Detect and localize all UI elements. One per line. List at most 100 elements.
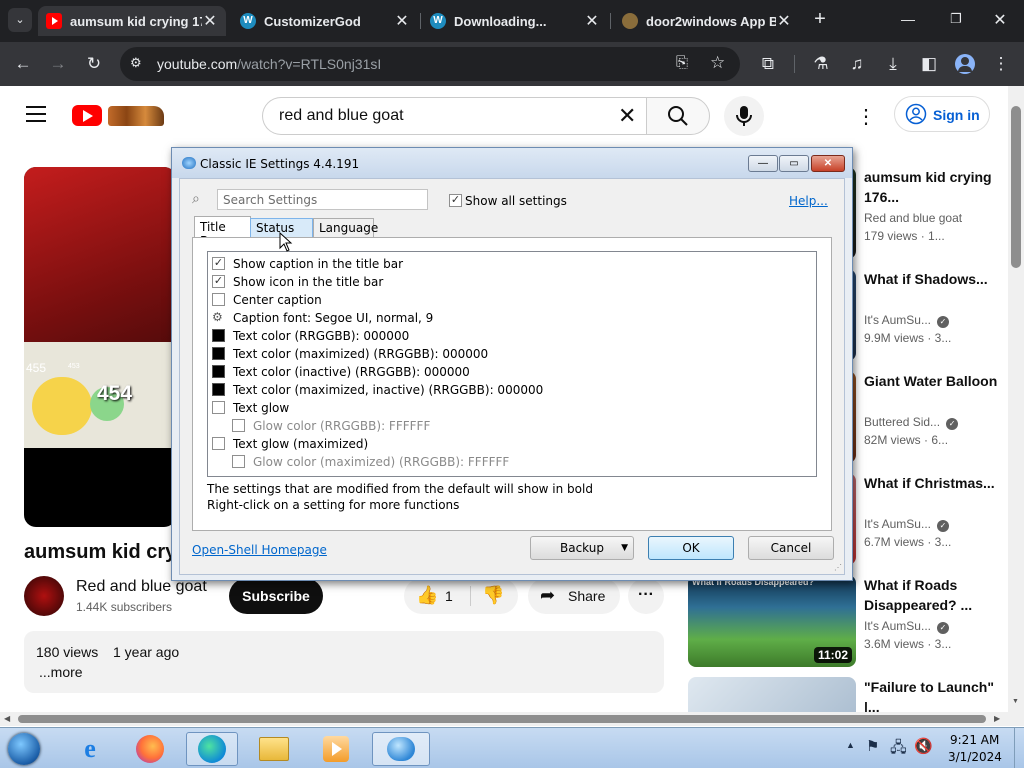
action-center-flag-icon[interactable]: ⚑ — [866, 737, 879, 755]
dialog-title-bar[interactable]: Classic IE Settings 4.4.191 — ▭ ✕ — [172, 148, 852, 178]
recommended-channel[interactable]: It's AumSu... ✓ — [864, 517, 949, 532]
ok-button[interactable]: OK — [648, 536, 734, 560]
recommended-channel[interactable]: It's AumSu... ✓ — [864, 313, 949, 328]
open-shell-homepage-link[interactable]: Open-Shell Homepage — [192, 543, 327, 557]
recommended-title[interactable]: What if Christmas... — [864, 473, 1004, 493]
close-tab-icon[interactable]: ✕ — [394, 11, 410, 31]
extensions-icon[interactable]: ⧉ — [755, 51, 781, 77]
edge-icon[interactable] — [186, 732, 238, 766]
volume-muted-icon[interactable]: 🔇 — [914, 737, 933, 755]
recommended-video[interactable]: What if Roads Disappeared? 11:02 What if… — [688, 575, 1024, 671]
horizontal-scrollbar[interactable]: ◀ ▶ — [0, 712, 1024, 726]
install-app-icon[interactable]: ⎘ — [676, 54, 688, 71]
show-more-link[interactable]: ...more — [39, 664, 83, 680]
browser-tab-customizergod[interactable]: W CustomizerGod ✕ — [232, 6, 418, 36]
recommended-title[interactable]: What if Shadows... — [864, 269, 1004, 289]
sign-in-button[interactable]: Sign in — [894, 96, 990, 132]
site-info-icon[interactable]: ⚙ — [130, 55, 142, 71]
browser-tab-downloading[interactable]: W Downloading... ✕ — [422, 6, 608, 36]
hamburger-menu-icon[interactable] — [26, 106, 46, 122]
bookmark-star-icon[interactable]: ☆ — [710, 53, 725, 73]
video-thumbnail[interactable] — [688, 677, 856, 713]
scroll-left-arrow-icon[interactable]: ◀ — [4, 714, 10, 723]
setting-checkbox[interactable] — [212, 437, 225, 450]
recommended-title[interactable]: Giant Water Balloon — [864, 371, 1004, 391]
recommended-title[interactable]: aumsum kid crying 176... — [864, 167, 1004, 207]
help-link[interactable]: Help... — [789, 194, 828, 208]
media-player-icon[interactable] — [310, 732, 362, 766]
recommended-video[interactable]: "Failure to Launch" |... — [688, 677, 1024, 713]
setting-row[interactable]: Glow color (RRGGBB): FFFFFF — [208, 417, 814, 435]
forward-arrow-icon[interactable]: → — [45, 51, 71, 77]
cancel-button[interactable]: Cancel — [748, 536, 834, 560]
setting-checkbox[interactable]: ✓ — [212, 275, 225, 288]
media-queue-icon[interactable]: ♫ — [844, 51, 870, 77]
reload-icon[interactable]: ↻ — [81, 51, 107, 77]
clear-search-icon[interactable]: ✕ — [618, 103, 636, 129]
firefox-icon[interactable] — [124, 732, 176, 766]
settings-menu-icon[interactable]: ⋮ — [856, 104, 876, 129]
more-actions-icon[interactable]: ··· — [628, 578, 664, 614]
scroll-down-arrow-icon[interactable]: ▼ — [1012, 698, 1019, 705]
internet-explorer-icon[interactable]: e — [64, 732, 116, 766]
search-input[interactable]: red and blue goat — [262, 97, 648, 135]
voice-search-button[interactable] — [724, 96, 764, 136]
close-tab-icon[interactable]: ✕ — [776, 11, 792, 31]
show-desktop-button[interactable] — [1014, 728, 1024, 768]
setting-row[interactable]: Text color (maximized) (RRGGBB): 000000 — [208, 345, 814, 363]
file-explorer-icon[interactable] — [248, 732, 300, 766]
setting-row[interactable]: Text color (inactive) (RRGGBB): 000000 — [208, 363, 814, 381]
new-tab-button[interactable]: + — [808, 8, 832, 32]
settings-tree[interactable]: ✓ Show caption in the title bar ✓ Show icon… — [207, 251, 817, 477]
color-swatch[interactable] — [212, 347, 225, 360]
show-all-settings-checkbox[interactable]: ✓ — [449, 194, 462, 207]
color-swatch[interactable] — [212, 365, 225, 378]
search-button[interactable] — [646, 97, 710, 135]
backup-button[interactable]: Backup ▼ — [530, 536, 634, 560]
search-settings-field[interactable]: Search Settings — [217, 189, 428, 210]
clock-date[interactable]: 3/1/2024 — [948, 750, 1002, 764]
subscribe-button[interactable]: Subscribe — [229, 578, 323, 614]
side-panel-icon[interactable]: ◧ — [916, 51, 942, 77]
setting-checkbox[interactable]: ✓ — [212, 257, 225, 270]
dialog-minimize-icon[interactable]: — — [748, 155, 778, 172]
dislike-icon[interactable]: 👎 — [482, 585, 504, 606]
color-swatch-empty[interactable] — [232, 419, 245, 432]
setting-checkbox[interactable] — [212, 401, 225, 414]
setting-row[interactable]: Text glow — [208, 399, 814, 417]
color-swatch[interactable] — [212, 383, 225, 396]
tab-search-button[interactable]: ⌄ — [8, 8, 32, 32]
channel-avatar[interactable] — [24, 576, 64, 616]
close-window-icon[interactable]: ✕ — [988, 10, 1012, 30]
setting-row[interactable]: ✓ Show icon in the title bar — [208, 273, 814, 291]
download-icon[interactable]: ⤓ — [880, 51, 906, 77]
dialog-maximize-icon[interactable]: ▭ — [779, 155, 809, 172]
scroll-thumb[interactable] — [18, 715, 986, 723]
setting-row[interactable]: Text glow (maximized) — [208, 435, 814, 453]
share-button[interactable]: ➦ Share — [528, 578, 620, 614]
like-icon[interactable]: 👍 — [416, 585, 438, 606]
dialog-close-icon[interactable]: ✕ — [811, 155, 845, 172]
setting-row[interactable]: ✓ Show caption in the title bar — [208, 255, 814, 273]
profile-avatar-icon[interactable] — [952, 51, 978, 77]
network-icon[interactable]: 🖧 — [890, 737, 907, 762]
setting-row[interactable]: Text color (RRGGBB): 000000 — [208, 327, 814, 345]
address-bar[interactable]: ⚙ youtube.com/watch?v=RTLS0nj31sI ⎘ ☆ — [120, 47, 740, 81]
recommended-channel[interactable]: Red and blue goat — [864, 211, 962, 225]
start-orb-icon[interactable] — [0, 732, 48, 766]
setting-row[interactable]: Glow color (maximized) (RRGGBB): FFFFFF — [208, 453, 814, 471]
font-settings-icon[interactable]: ⚙ — [212, 311, 225, 324]
classic-ie-settings-taskbar-icon[interactable] — [372, 732, 430, 766]
browser-tab-youtube[interactable]: aumsum kid crying 17 ✕ — [38, 6, 226, 36]
description-box[interactable]: 180 views 1 year ago ...more — [24, 631, 664, 693]
setting-checkbox[interactable] — [212, 293, 225, 306]
color-swatch-empty[interactable] — [232, 455, 245, 468]
setting-row[interactable]: Center caption — [208, 291, 814, 309]
browser-menu-icon[interactable]: ⋮ — [988, 51, 1014, 77]
minimize-window-icon[interactable]: — — [896, 11, 920, 31]
recommended-channel[interactable]: Buttered Sid... ✓ — [864, 415, 959, 430]
close-tab-icon[interactable]: ✕ — [202, 11, 218, 31]
vertical-scrollbar[interactable]: ▼ — [1008, 86, 1024, 712]
youtube-logo[interactable] — [72, 105, 166, 127]
resize-grip-icon[interactable]: ⋰ — [834, 563, 842, 572]
